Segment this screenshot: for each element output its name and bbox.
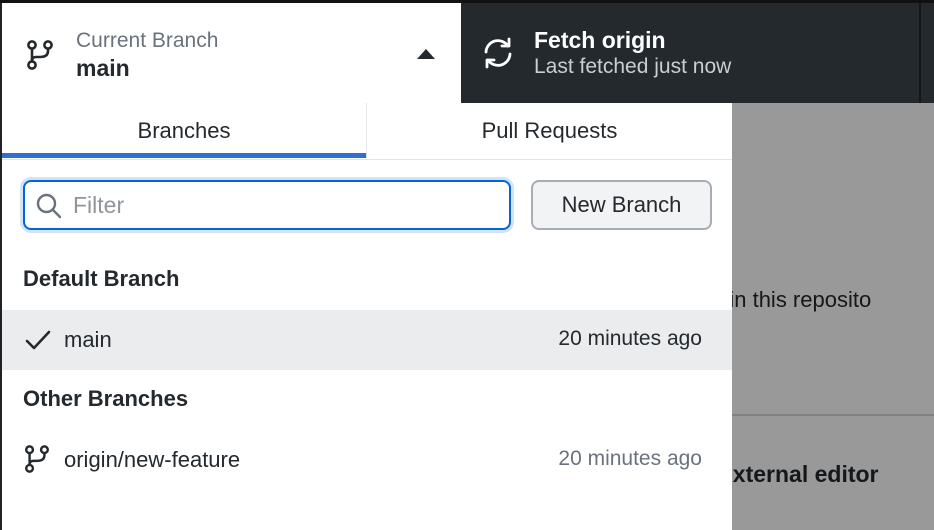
tab-branches[interactable]: Branches: [2, 103, 366, 159]
current-branch-label: Current Branch: [76, 29, 219, 52]
fetch-subtitle: Last fetched just now: [534, 55, 732, 78]
new-branch-button[interactable]: New Branch: [531, 180, 712, 230]
git-branch-icon: [27, 40, 53, 70]
current-branch-button[interactable]: Current Branch main: [0, 3, 461, 103]
tab-bar: Branches Pull Requests: [2, 103, 732, 160]
search-icon: [36, 193, 62, 219]
filter-field[interactable]: [23, 180, 511, 230]
check-icon: [25, 330, 51, 350]
branch-list-item-main[interactable]: main 20 minutes ago: [2, 310, 732, 370]
caret-up-icon: [417, 49, 435, 59]
git-branch-icon: [25, 445, 49, 473]
branch-name: origin/new-feature: [64, 447, 241, 472]
current-branch-name: main: [76, 55, 130, 81]
branch-time: 20 minutes ago: [558, 447, 702, 470]
branch-time: 20 minutes ago: [558, 327, 702, 350]
fetch-origin-button[interactable]: Fetch origin Last fetched just now: [461, 3, 919, 103]
sync-icon: [484, 37, 512, 69]
fetch-title: Fetch origin: [534, 27, 666, 53]
toolbar-overflow: [921, 3, 934, 103]
toolbar: Current Branch main Fetch origin Last fe…: [0, 0, 934, 103]
branch-list-item-origin-new-feature[interactable]: origin/new-feature 20 minutes ago: [2, 430, 732, 490]
default-branch-heading: Default Branch: [23, 266, 180, 291]
other-branches-heading: Other Branches: [23, 386, 189, 411]
active-tab-indicator: [2, 153, 366, 158]
filter-input[interactable]: [73, 188, 493, 222]
branch-name: main: [64, 327, 112, 352]
branch-dropdown: Branches Pull Requests New Branch Defaul…: [0, 103, 732, 530]
tab-pull-requests[interactable]: Pull Requests: [366, 103, 732, 159]
